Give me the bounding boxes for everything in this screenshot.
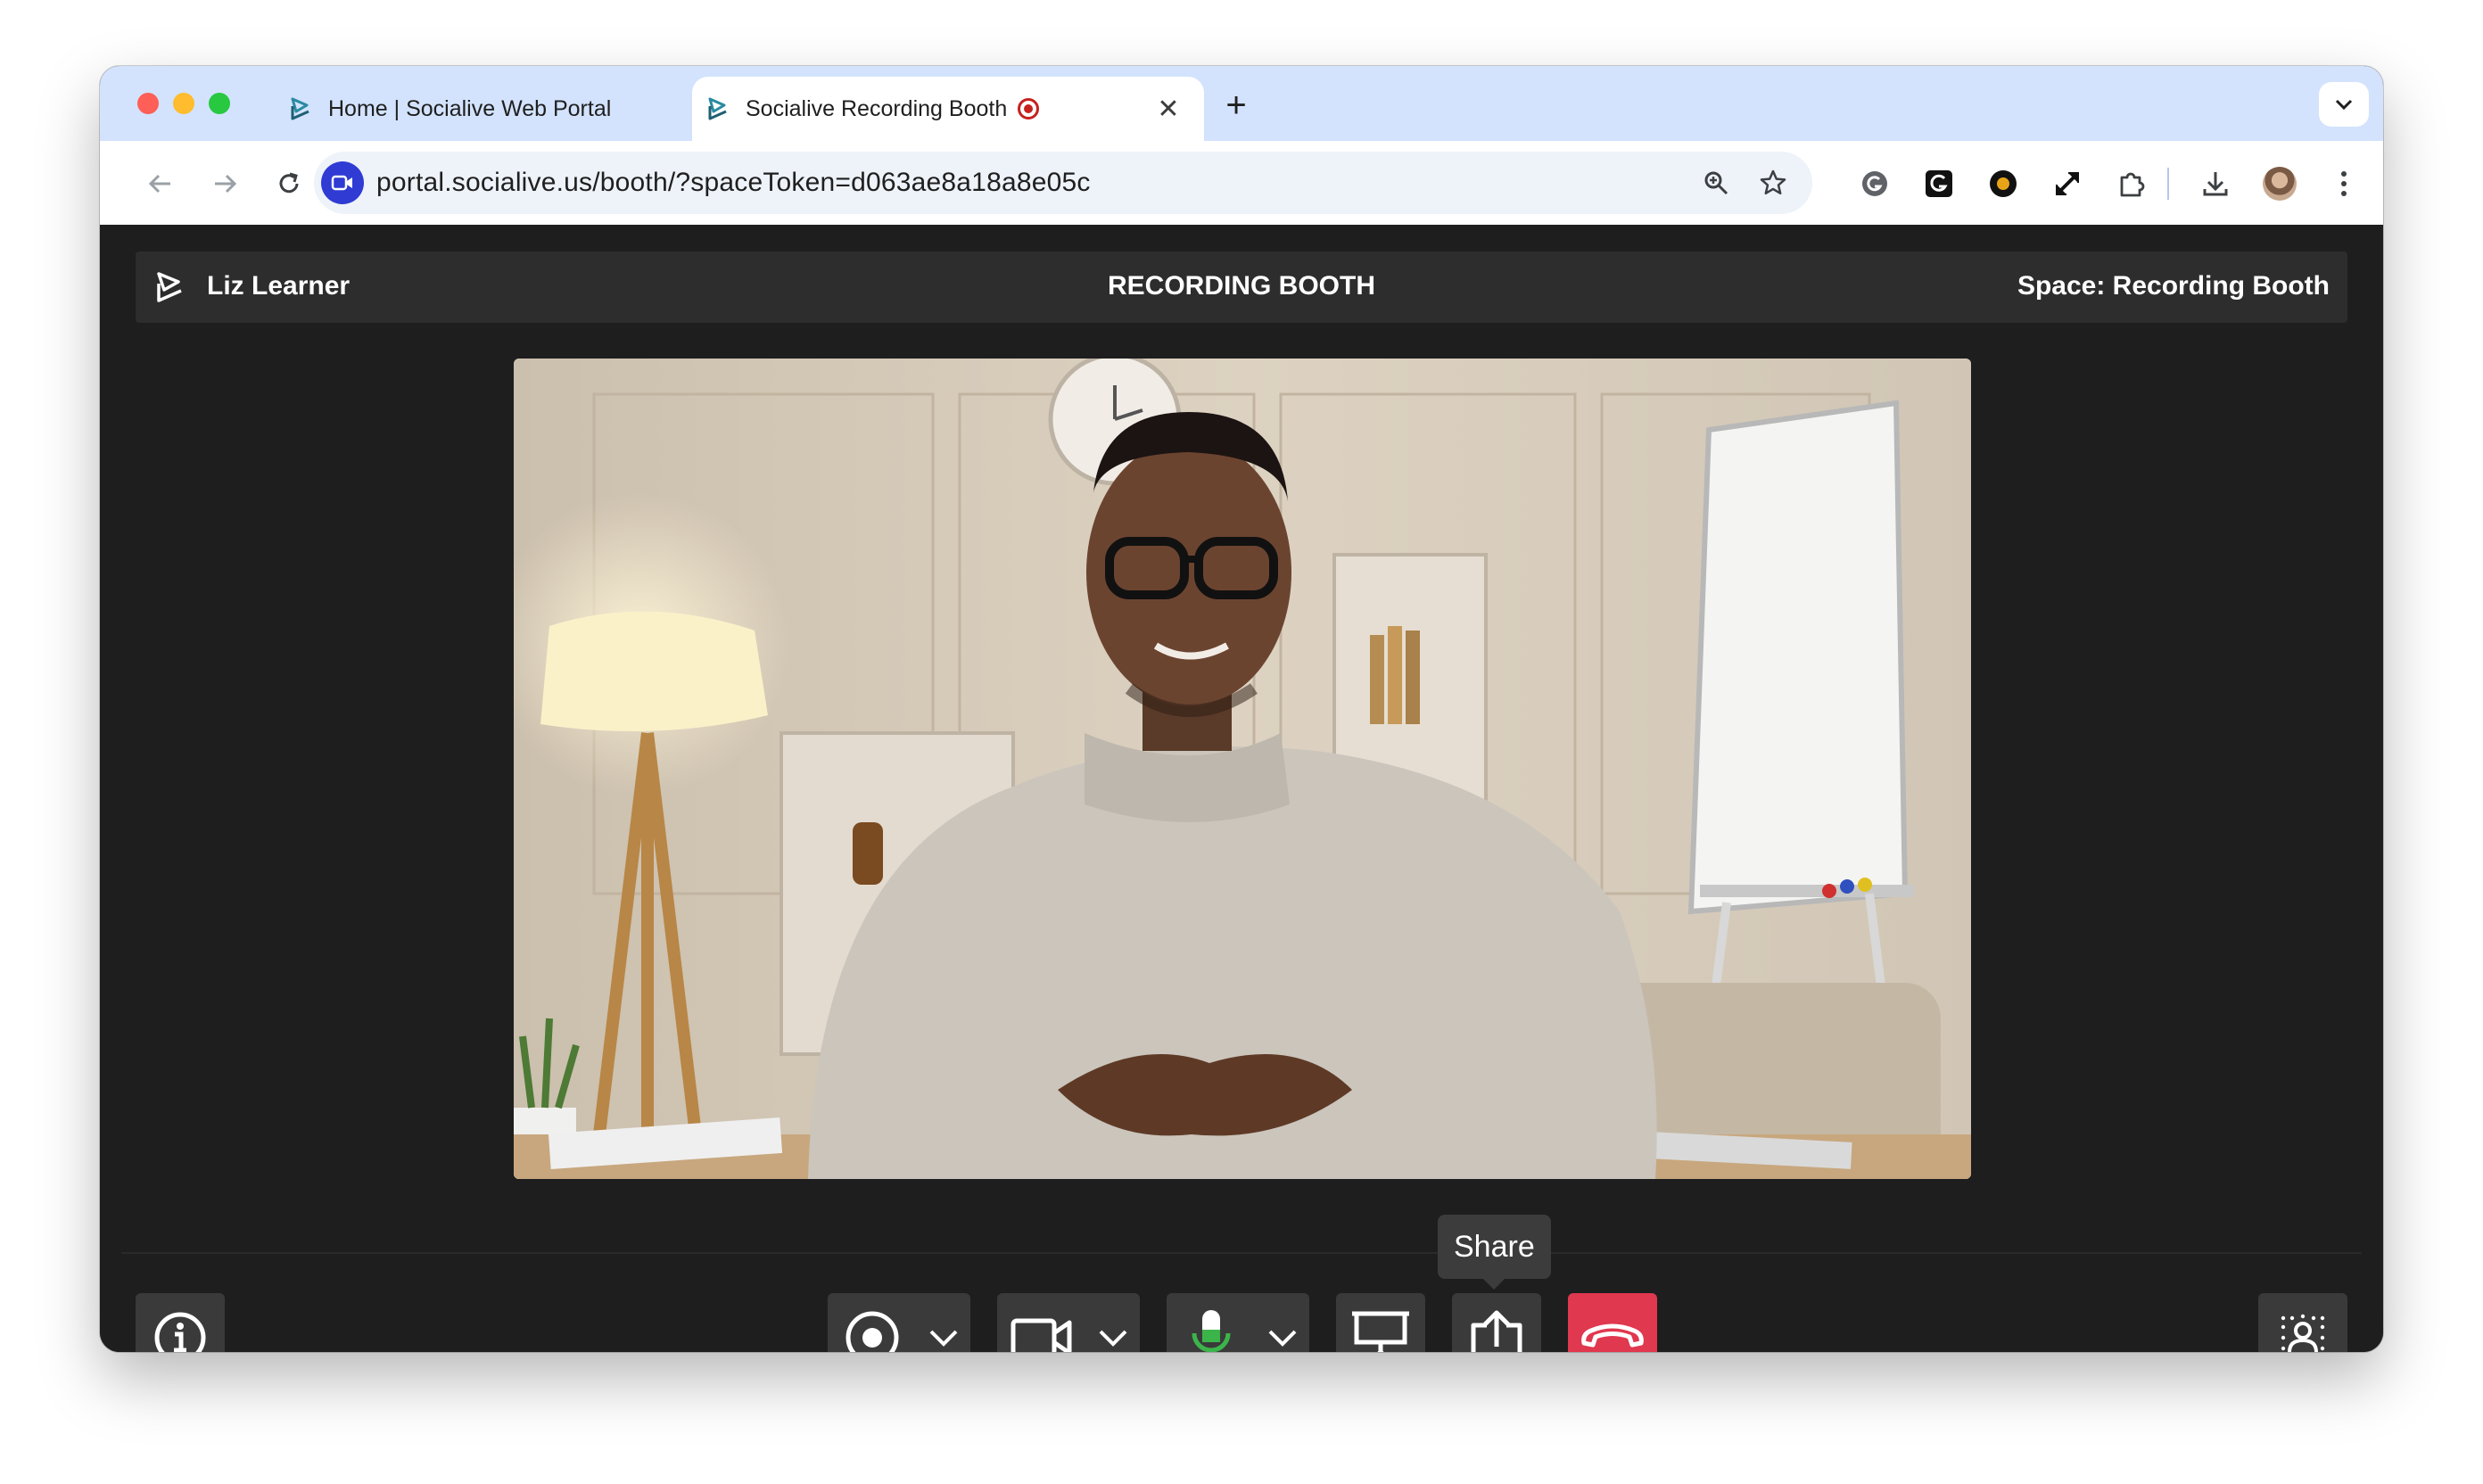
- tab-title: Socialive Recording Booth: [746, 95, 1008, 121]
- reload-button[interactable]: [266, 161, 312, 207]
- camera-toggle-button[interactable]: [997, 1293, 1086, 1352]
- expand-icon[interactable]: [2044, 161, 2091, 207]
- browser-window: Home | Socialive Web Portal ✕ Socialive …: [100, 66, 2383, 1352]
- microphone-toggle-button[interactable]: [1167, 1293, 1256, 1352]
- presentation-icon: [1352, 1311, 1409, 1352]
- browser-toolbar: portal.socialive.us/booth/?spaceToken=d0…: [100, 141, 2383, 226]
- grammarly-icon[interactable]: [1852, 161, 1898, 207]
- tab-recording-booth[interactable]: Socialive Recording Booth ✕: [692, 77, 1204, 141]
- share-tooltip: Share: [1438, 1215, 1551, 1290]
- extension-g-icon[interactable]: [1916, 161, 1962, 207]
- control-bar-divider: [121, 1252, 2362, 1254]
- new-tab-button[interactable]: +: [1217, 87, 1256, 127]
- zoom-icon[interactable]: [1693, 160, 1739, 206]
- chevron-down-icon: [2335, 99, 2353, 111]
- background-effects-button[interactable]: [2258, 1293, 2347, 1352]
- address-bar[interactable]: portal.socialive.us/booth/?spaceToken=d0…: [314, 152, 1812, 214]
- info-button[interactable]: [136, 1293, 225, 1352]
- camera-control: [997, 1293, 1140, 1352]
- menu-kebab-icon[interactable]: [2321, 161, 2367, 207]
- record-options-button[interactable]: [917, 1293, 970, 1352]
- extension-info-icon[interactable]: [1980, 161, 2026, 207]
- reload-icon: [279, 172, 299, 194]
- space-label: Space: Recording Booth: [2017, 271, 2330, 301]
- hang-up-button[interactable]: [1568, 1293, 1657, 1352]
- camera-preview-image: [514, 359, 1971, 1179]
- microphone-icon: [1192, 1310, 1231, 1352]
- maximize-window-button[interactable]: [209, 93, 230, 114]
- back-icon: [148, 174, 170, 194]
- app-header: Liz Learner RECORDING BOOTH Space: Recor…: [136, 251, 2347, 323]
- share-button[interactable]: [1452, 1293, 1541, 1352]
- camera-options-button[interactable]: [1086, 1293, 1140, 1352]
- recording-indicator-icon: [1018, 98, 1040, 120]
- share-icon: [1471, 1310, 1522, 1352]
- toolbar-separator: [2167, 168, 2169, 200]
- video-camera-icon: [1011, 1318, 1072, 1352]
- recording-booth-app: Liz Learner RECORDING BOOTH Space: Recor…: [100, 225, 2383, 1352]
- background-blur-icon: [2281, 1314, 2325, 1352]
- info-icon: [154, 1312, 206, 1352]
- socialive-favicon-icon: [291, 97, 309, 120]
- forward-button[interactable]: [202, 161, 248, 207]
- forward-icon: [215, 174, 237, 194]
- present-button[interactable]: [1336, 1293, 1425, 1352]
- url-text[interactable]: portal.socialive.us/booth/?spaceToken=d0…: [376, 168, 1693, 198]
- camera-preview: [514, 359, 1971, 1179]
- site-video-icon: [321, 161, 364, 204]
- record-control: [828, 1293, 970, 1352]
- record-button[interactable]: [828, 1293, 917, 1352]
- tab-close-button[interactable]: ✕: [1152, 93, 1184, 125]
- download-icon[interactable]: [2192, 161, 2239, 207]
- minimize-window-button[interactable]: [173, 93, 194, 114]
- socialive-favicon-icon: [708, 97, 727, 120]
- phone-hangup-icon: [1581, 1323, 1644, 1348]
- extensions-puzzle-icon[interactable]: [2108, 161, 2155, 207]
- tab-search-button[interactable]: [2319, 82, 2369, 127]
- close-window-button[interactable]: [137, 93, 159, 114]
- profile-avatar[interactable]: [2256, 161, 2303, 207]
- back-button[interactable]: [137, 161, 184, 207]
- bookmark-star-icon[interactable]: [1750, 160, 1796, 206]
- microphone-control: [1167, 1293, 1309, 1352]
- microphone-options-button[interactable]: [1256, 1293, 1309, 1352]
- chevron-down-icon: [929, 1330, 958, 1347]
- page-title: RECORDING BOOTH: [1108, 271, 1375, 301]
- chevron-down-icon: [1099, 1330, 1127, 1347]
- tab-strip: Home | Socialive Web Portal ✕ Socialive …: [100, 66, 2383, 141]
- tab-title: Home | Socialive Web Portal: [328, 95, 612, 121]
- record-icon: [846, 1311, 899, 1352]
- chevron-down-icon: [1268, 1330, 1297, 1347]
